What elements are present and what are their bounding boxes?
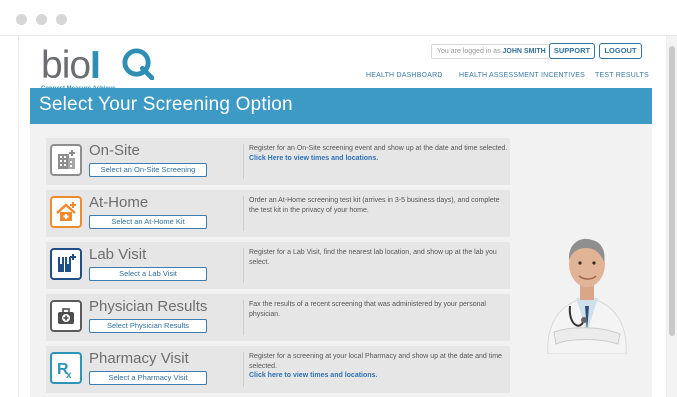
logo-text-i: I <box>90 44 101 87</box>
page-scrollbar[interactable] <box>667 36 677 397</box>
nav-health-assessment[interactable]: HEALTH ASSESSMENT <box>459 72 539 79</box>
doctor-photo <box>547 238 627 354</box>
logo-text-bio: bio <box>41 44 91 87</box>
divider <box>243 144 244 179</box>
option-description-text: Register for a Lab Visit, find the neare… <box>249 249 497 266</box>
nav-incentives[interactable]: INCENTIVES <box>541 72 585 79</box>
nav-health-dashboard[interactable]: HEALTH DASHBOARD <box>366 72 443 79</box>
divider <box>243 300 244 335</box>
option-row-lab-visit: Lab Visit Select a Lab Visit Register fo… <box>46 242 510 289</box>
option-title: Physician Results <box>89 298 208 315</box>
logout-button[interactable]: LOGOUT <box>599 43 642 59</box>
pharmacy-times-link[interactable]: Click here to view times and locations. <box>249 371 511 381</box>
option-description-text: Register for an On-Site screening event … <box>249 145 508 152</box>
option-description-text: Register for a screening at your local P… <box>249 353 502 370</box>
support-button[interactable]: SUPPORT <box>549 43 595 59</box>
building-icon <box>50 144 82 176</box>
option-row-pharmacy-visit: R x Pharmacy Visit Select a Pharmacy Vis… <box>46 346 510 393</box>
page: bioI Connect Measure Achieve You are log… <box>18 36 667 397</box>
option-title: On-Site <box>89 142 140 159</box>
option-title: Lab Visit <box>89 246 147 263</box>
divider <box>243 196 244 231</box>
house-icon <box>50 196 82 228</box>
option-row-physician-results: Physician Results Select Physician Resul… <box>46 294 510 341</box>
select-on-site-button[interactable]: Select an On-Site Screening <box>89 163 207 177</box>
window-minimize-dot[interactable] <box>36 14 47 25</box>
logo-wordmark: bioI <box>41 46 115 85</box>
option-description: Fax the results of a recent screening th… <box>249 300 511 319</box>
option-description-text: Order an At-Home screening test kit (arr… <box>249 197 500 214</box>
user-name: JOHN SMITH <box>502 48 546 55</box>
login-status: You are logged in as JOHN SMITH <box>431 44 552 59</box>
on-site-times-link[interactable]: Click Here to view times and locations. <box>249 154 511 164</box>
page-banner: Select Your Screening Option <box>30 88 652 124</box>
window-zoom-dot[interactable] <box>56 14 67 25</box>
nav-test-results[interactable]: TEST RESULTS <box>595 72 649 79</box>
option-title: At-Home <box>89 194 149 211</box>
option-description-text: Fax the results of a recent screening th… <box>249 301 486 318</box>
logo-q-mark <box>122 48 154 80</box>
divider <box>243 352 244 387</box>
option-description: Register for a Lab Visit, find the neare… <box>249 248 511 267</box>
options-panel: On-Site Select an On-Site Screening Regi… <box>30 124 652 397</box>
browser-chrome <box>0 0 677 36</box>
biq-logo[interactable]: bioI Connect Measure Achieve <box>41 46 154 92</box>
select-at-home-button[interactable]: Select an At-Home Kit <box>89 215 207 229</box>
page-title: Select Your Screening Option <box>39 94 293 115</box>
option-description: Register for a screening at your local P… <box>249 352 511 381</box>
window-close-dot[interactable] <box>16 14 27 25</box>
medical-bag-icon <box>50 300 82 332</box>
svg-text:x: x <box>66 370 72 379</box>
test-tubes-icon <box>50 248 82 280</box>
option-title: Pharmacy Visit <box>89 350 189 367</box>
select-pharmacy-visit-button[interactable]: Select a Pharmacy Visit <box>89 371 207 385</box>
option-row-on-site: On-Site Select an On-Site Screening Regi… <box>46 138 510 185</box>
login-prefix: You are logged in as <box>437 48 501 55</box>
option-description: Order an At-Home screening test kit (arr… <box>249 196 511 215</box>
divider <box>243 248 244 283</box>
select-lab-visit-button[interactable]: Select a Lab Visit <box>89 267 207 281</box>
option-description: Register for an On-Site screening event … <box>249 144 511 163</box>
select-physician-results-button[interactable]: Select Physician Results <box>89 319 207 333</box>
rx-icon: R x <box>50 352 82 384</box>
scrollbar-thumb[interactable] <box>669 46 675 336</box>
option-row-at-home: At-Home Select an At-Home Kit Order an A… <box>46 190 510 237</box>
